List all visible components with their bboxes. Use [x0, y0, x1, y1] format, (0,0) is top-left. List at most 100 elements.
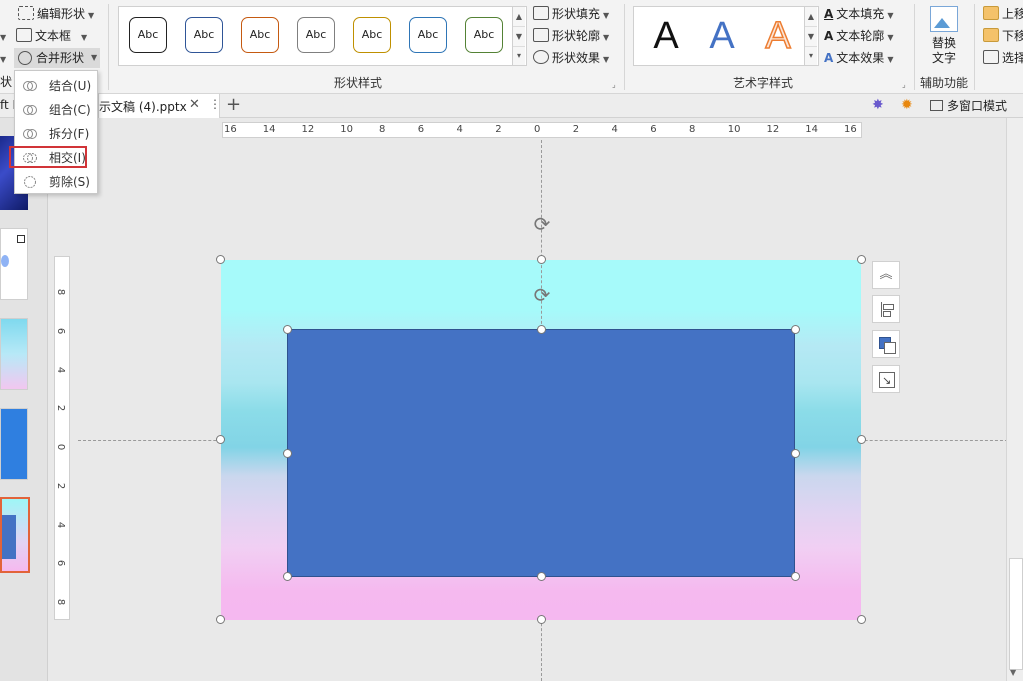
- style-sample[interactable]: Abc: [409, 17, 447, 53]
- wordart-sample[interactable]: A: [644, 13, 688, 59]
- collapse-icon[interactable]: ︽: [872, 261, 900, 289]
- resize-shape-icon[interactable]: ↘: [872, 365, 900, 393]
- resize-handle[interactable]: [857, 615, 866, 624]
- menu-item-fragment[interactable]: 拆分(F): [15, 123, 99, 145]
- select-button[interactable]: 选择: [983, 48, 1023, 68]
- shape-effect-button[interactable]: 形状效果 ▼: [533, 48, 609, 68]
- ruler-label: 14: [805, 124, 818, 135]
- resize-handle[interactable]: [857, 435, 866, 444]
- gallery-scroll[interactable]: ▲ ▼ ▾: [512, 7, 525, 65]
- menu-item-subtract[interactable]: 剪除(S): [15, 171, 99, 193]
- chevron-down-icon: ▼: [88, 11, 95, 20]
- shape-style-gallery: Abc Abc Abc Abc Abc Abc Abc ▲ ▼ ▾: [118, 6, 527, 66]
- tab-document-title: 示文稿 (4).pptx: [99, 100, 187, 114]
- text-outline-icon: A: [824, 29, 834, 43]
- ruler-label: 16: [844, 124, 857, 135]
- style-sample[interactable]: Abc: [241, 17, 279, 53]
- resize-handle[interactable]: [537, 572, 546, 581]
- wordart-sample[interactable]: A: [700, 13, 744, 59]
- scroll-up-icon[interactable]: ▲: [805, 7, 817, 26]
- chevron-down-icon: ▼: [0, 55, 7, 64]
- wordart-gallery: AAA ▲ ▼ ▾: [633, 6, 819, 66]
- style-sample[interactable]: Abc: [353, 17, 391, 53]
- edit-shape-button[interactable]: 编辑形状 ▼: [0, 4, 94, 24]
- ruler-label: 6: [55, 560, 67, 567]
- union-icon: [23, 81, 37, 91]
- resize-handle[interactable]: [537, 255, 546, 264]
- resize-handle[interactable]: [216, 615, 225, 624]
- replace-text-button[interactable]: 替换 文字: [920, 4, 968, 70]
- move-up-button[interactable]: 上移: [983, 4, 1023, 24]
- gear-icon[interactable]: ✹: [901, 97, 913, 113]
- text-box-icon: [15, 28, 32, 42]
- resize-handle[interactable]: [791, 572, 800, 581]
- shape-effect-icon: [533, 50, 549, 64]
- more-icon[interactable]: ⋮: [209, 97, 221, 111]
- scrollbar-thumb[interactable]: [1009, 558, 1023, 670]
- dialog-launcher-icon[interactable]: ⌟: [902, 80, 906, 89]
- resize-handle[interactable]: [537, 325, 546, 334]
- resize-handle[interactable]: [857, 255, 866, 264]
- ruler-label: 12: [301, 124, 315, 135]
- ruler-label: 8: [689, 124, 696, 135]
- text-effect-button[interactable]: A 文本效果 ▼: [824, 48, 893, 68]
- merge-shapes-button[interactable]: ▼ 合并形状 ▼: [0, 48, 100, 68]
- text-outline-button[interactable]: A 文本轮廓 ▼: [824, 26, 893, 46]
- tab-document[interactable]: 示文稿 (4).pptx ✕ ⋮: [98, 94, 221, 118]
- chevron-down-icon: ▼: [887, 33, 894, 42]
- gallery-scroll[interactable]: ▲ ▼ ▾: [804, 7, 817, 65]
- rotate-icon[interactable]: ⟳: [531, 213, 553, 235]
- slide-thumbnail[interactable]: [0, 318, 28, 390]
- chevron-down-icon: ▼: [603, 55, 610, 64]
- ruler-label: 6: [55, 327, 67, 334]
- shape-outline-button[interactable]: 形状轮廓 ▼: [533, 26, 609, 46]
- resize-handle[interactable]: [216, 255, 225, 264]
- resize-handle[interactable]: [791, 325, 800, 334]
- style-sample[interactable]: Abc: [185, 17, 223, 53]
- resize-handle[interactable]: [283, 449, 292, 458]
- scroll-up-icon[interactable]: ▲: [513, 7, 525, 26]
- style-sample[interactable]: Abc: [465, 17, 503, 53]
- chevron-down-icon: ▼: [887, 55, 894, 64]
- menu-item-union[interactable]: 结合(U): [15, 75, 99, 97]
- add-tab-icon[interactable]: +: [226, 94, 241, 116]
- gallery-expand-icon[interactable]: ▾: [805, 46, 817, 65]
- wordart-sample[interactable]: A: [756, 13, 800, 59]
- scroll-down-icon[interactable]: ▼: [513, 26, 525, 46]
- text-fill-button[interactable]: A 文本填充 ▼: [824, 4, 893, 24]
- move-down-button[interactable]: 下移: [983, 26, 1023, 46]
- slide-thumbnail[interactable]: [0, 408, 28, 480]
- resize-handle[interactable]: [216, 435, 225, 444]
- resize-handle[interactable]: [283, 325, 292, 334]
- edit-shape-icon: [18, 6, 34, 20]
- multiwindow-button[interactable]: 多窗口模式: [930, 96, 1007, 116]
- resize-handle[interactable]: [283, 572, 292, 581]
- slide-thumbnail-selected[interactable]: [0, 497, 30, 573]
- style-sample[interactable]: Abc: [297, 17, 335, 53]
- vertical-scrollbar[interactable]: ▼: [1006, 118, 1023, 681]
- gallery-expand-icon[interactable]: ▾: [513, 46, 525, 65]
- arrange-icon[interactable]: [872, 330, 900, 358]
- blue-rectangle-shape[interactable]: [287, 329, 795, 577]
- sparkle-icon[interactable]: ✸: [872, 97, 884, 113]
- style-sample[interactable]: Abc: [129, 17, 167, 53]
- close-icon[interactable]: ✕: [189, 97, 200, 112]
- resize-handle[interactable]: [791, 449, 800, 458]
- vertical-ruler: 8 6 4 2 0 2 4 6 8: [54, 256, 70, 620]
- text-box-button[interactable]: ▼ 文本框 ▼: [0, 26, 87, 46]
- resize-handle[interactable]: [537, 615, 546, 624]
- ruler-label: 8: [55, 288, 67, 296]
- align-icon[interactable]: [872, 295, 900, 323]
- shape-fill-button[interactable]: 形状填充 ▼: [533, 4, 609, 24]
- menu-item-intersect[interactable]: 相交(I): [9, 146, 99, 169]
- menu-item-combine[interactable]: 组合(C): [15, 99, 99, 121]
- dialog-launcher-icon[interactable]: ⌟: [612, 80, 616, 89]
- ribbon-left-label: 状: [0, 75, 13, 89]
- ruler-label: 4: [55, 366, 67, 373]
- scroll-down-icon[interactable]: ▼: [1010, 668, 1016, 677]
- ribbon: 编辑形状 ▼ ▼ 文本框 ▼ ▼ 合并形状 ▼ 状 Abc Abc Abc Abc Abc A…: [0, 0, 1023, 94]
- slide-thumbnail[interactable]: [0, 228, 28, 300]
- rotate-icon[interactable]: ⟳: [531, 284, 553, 306]
- scroll-down-icon[interactable]: ▼: [805, 26, 817, 46]
- ribbon-separator: [974, 4, 975, 90]
